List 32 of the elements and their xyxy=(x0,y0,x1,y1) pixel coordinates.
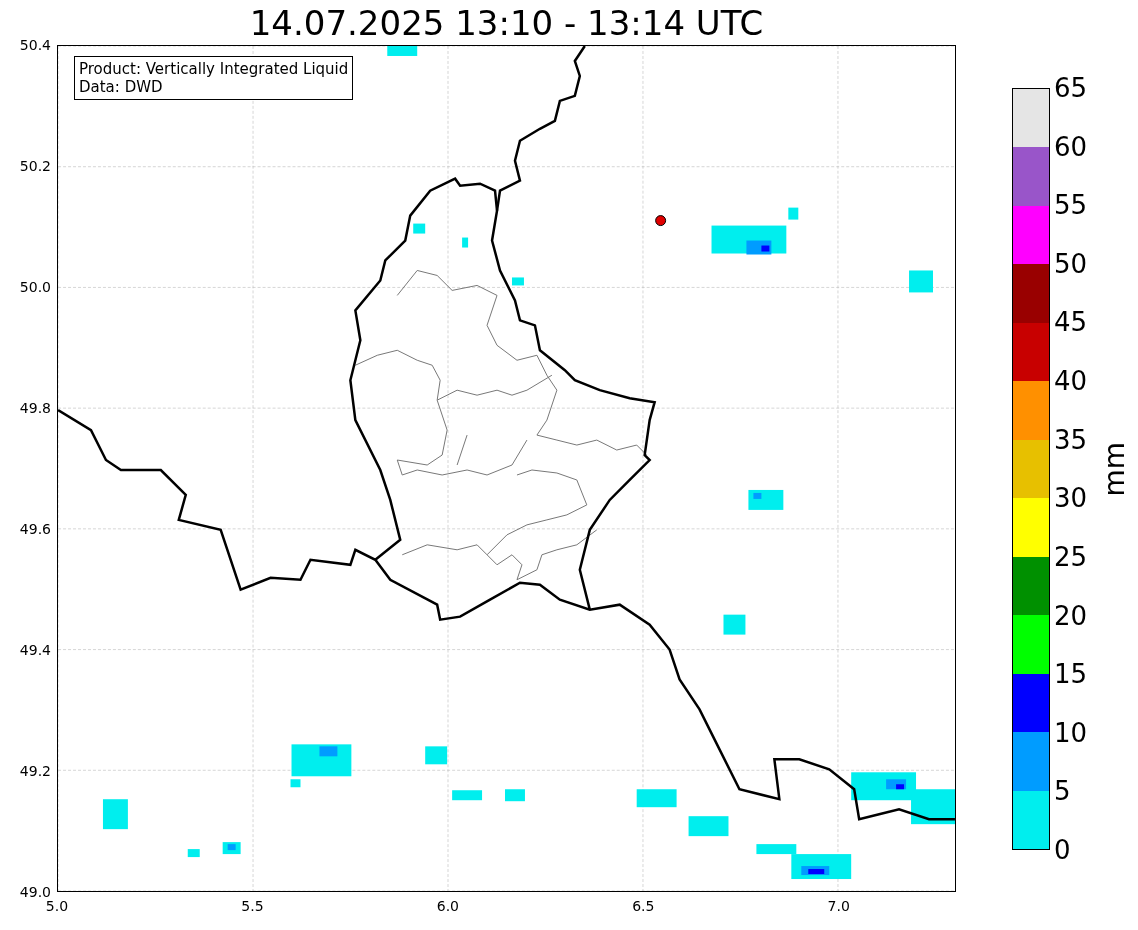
axis-tick-label: 50.2 xyxy=(19,158,51,174)
axis-tick-label: 5.5 xyxy=(241,898,264,914)
colorbar-tick-label: 0 xyxy=(1054,835,1071,865)
colorbar-tick-label: 60 xyxy=(1054,131,1088,162)
axis-tick-label: 6.5 xyxy=(632,898,655,914)
axis-tick-label: 7.0 xyxy=(827,898,850,914)
colorbar-tick-label: 55 xyxy=(1054,190,1088,221)
axis-tick-label: 49.6 xyxy=(19,521,51,537)
axis-tick-label: 49.0 xyxy=(19,884,51,900)
info-text: Product: Vertically Integrated Liquid xyxy=(79,60,349,78)
axis-tick-label: 5.0 xyxy=(45,898,69,914)
axis-tick-label: 49.4 xyxy=(19,642,51,658)
axis-tick-label: 50.0 xyxy=(19,279,51,295)
colorbar-tick-label: 15 xyxy=(1054,659,1088,690)
axis-tick-label: 50.4 xyxy=(19,37,51,53)
colorbar-tick-label: 25 xyxy=(1054,541,1088,572)
info-text: Data: DWD xyxy=(79,78,164,96)
axis-tick-label: 49.2 xyxy=(19,763,51,779)
colorbar-tick-label: 5 xyxy=(1054,776,1071,807)
colorbar-label: mm xyxy=(1100,441,1131,497)
axis-tick-label: 49.8 xyxy=(19,400,51,416)
colorbar-tick-label: 40 xyxy=(1054,366,1088,397)
location-dot xyxy=(655,215,667,227)
colorbar-tick-label: 65 xyxy=(1054,73,1088,103)
colorbar-tick-label: 30 xyxy=(1054,483,1088,514)
colorbar-tick-label: 20 xyxy=(1054,600,1088,631)
colorbar-tick-label: 45 xyxy=(1054,307,1088,338)
colorbar-tick-label: 35 xyxy=(1054,424,1088,455)
colorbar-tick-label: 10 xyxy=(1054,717,1088,748)
chart-title: 14.07.2025 13:10 - 13:14 UTC xyxy=(249,2,764,43)
colorbar-tick-label: 50 xyxy=(1054,248,1088,279)
axis-tick-label: 6.0 xyxy=(436,898,459,914)
